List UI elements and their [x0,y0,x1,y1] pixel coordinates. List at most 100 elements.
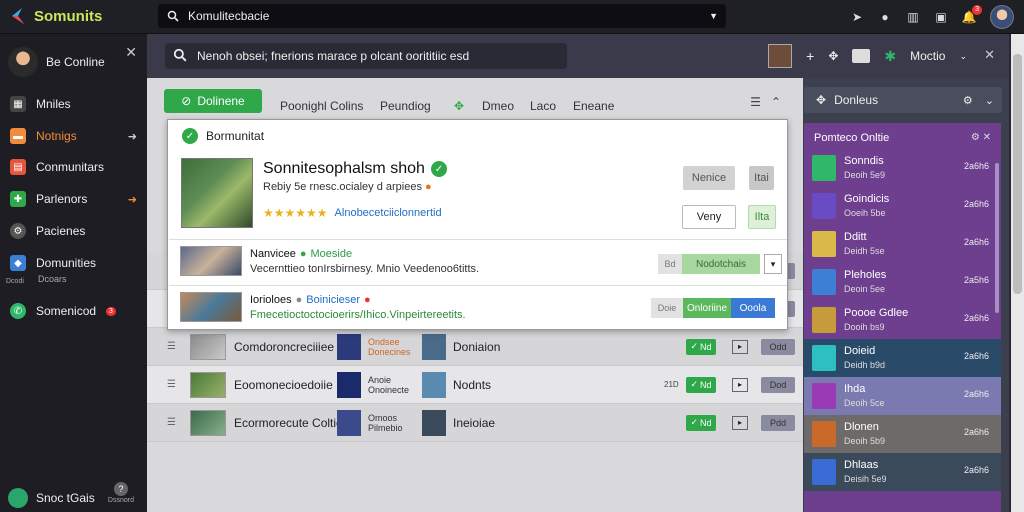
row-small-button[interactable]: Bd [658,254,682,274]
chevron-up-icon[interactable]: ⌃ [771,95,781,109]
sidebar-item-domunities[interactable]: ◆ Domunities [0,250,147,276]
bell-icon[interactable]: 🔔 3 [962,5,982,24]
sidebar-item-parlenors[interactable]: ✚ Parlenors ➜ [0,186,147,212]
tab-dmeo[interactable]: Dmeo [482,99,514,113]
app-logo[interactable]: Somunits [8,6,102,26]
row-play-button[interactable]: ▸ [732,415,748,430]
row-small-button[interactable]: Doie [651,298,683,318]
row-online-button[interactable]: Onloriine [683,298,731,318]
row-title: Ecormorecute Coltie [234,415,343,430]
sidebar-item-somenicod[interactable]: ✆ Somenicod 3 [0,298,147,324]
list-item[interactable]: Dditt Deidh 5se 2a6h6 [804,225,1001,263]
list-controls[interactable]: ⚙ ✕ [971,132,991,143]
row-menu-icon[interactable]: ☰ [167,379,176,390]
cursor-icon[interactable]: ➤ [850,10,864,24]
tab-eneane[interactable]: Eneane [573,99,614,113]
row-ok-button[interactable]: ✓Nd [686,414,716,431]
row-name: Nodnts [453,377,492,392]
close-icon[interactable]: ✕ [984,47,995,63]
sidebar-item-conmunitars[interactable]: ▤ Conmunitars [0,154,147,180]
puzzle-icon[interactable]: ✥ [828,49,838,63]
online-button-label: Dolinene [197,94,245,108]
avatar[interactable] [768,44,793,68]
table-row[interactable]: ☰ Ecormorecute Coltie Omoos Pilmebio Ine… [147,404,803,442]
chat-icon[interactable]: ● [878,10,892,24]
top-bar: Somunits Komulitecbacie ▼ ➤ ● ▥ ▣ 🔔 3 [0,0,1024,34]
chevron-down-icon[interactable]: ▼ [709,11,718,21]
user-avatar[interactable] [990,5,1014,29]
list-item[interactable]: Sonndis Deoih 5e9 2a6h6 [804,149,1001,187]
list-item-name: Dditt [844,231,867,243]
row-menu-icon[interactable]: ☰ [167,341,176,352]
ready-button[interactable]: Veny [682,205,736,229]
tab-peundiog[interactable]: Peundiog [380,99,431,113]
row-menu-icon[interactable]: ☰ [167,417,176,428]
close-icon[interactable]: ✕ [125,44,137,61]
row-thumbnail [190,371,226,398]
list-item[interactable]: Pleholes Deoin 5ee 2a5h6 [804,263,1001,301]
camera-icon[interactable]: ▣ [934,10,948,24]
row-blue-button[interactable]: Ooola [731,298,775,318]
featured-link[interactable]: Alnobecetciiclonnertid [335,207,442,219]
online-button[interactable]: ⊘ Dolinene [164,89,262,113]
row-thumbnail [190,333,226,360]
sidebar-user[interactable]: Be Conline [8,47,105,77]
row-pill[interactable]: Odd [761,338,795,355]
list-item-name: Ihda [844,383,866,395]
right-panel-header[interactable]: ✥ Donleus ⚙ ⌄ [804,87,1002,113]
table-row[interactable]: ☰ Comdoroncreciiiee Ondsee Donecines Don… [147,328,803,366]
list-item[interactable]: Poooe Gdlee Dooih bs9 2a6h6 [804,301,1001,339]
row-pill[interactable]: Pdd [761,414,795,431]
sidebar-item-pacienes[interactable]: ⚙ Pacienes [0,218,147,244]
list-item-title: Nanvicee ● Moeside [250,248,352,260]
page-scrollbar[interactable] [1011,34,1024,512]
row-tag: Anoie Onoinecte [368,375,409,395]
row-ok-button[interactable]: ✓Nd [686,338,716,355]
help-button[interactable]: ? Dssnord [108,482,134,504]
gear-icon: ⚙ [10,223,26,239]
sidebar-item-mniles[interactable]: ▦ Mniles [0,91,147,117]
chevron-down-icon[interactable]: ⌄ [985,94,994,107]
bottom-user-name: Snoc tGais [36,491,95,505]
tab-poonighl-colins[interactable]: Poonighl Colins [280,99,363,113]
sidebar-bottom[interactable]: Snoc tGais ? Dssnord [8,482,140,508]
list-item[interactable]: Goindicis Ooeih 5be 2a6h6 [804,187,1001,225]
scrollbar-thumb[interactable] [1013,54,1022,294]
list-item[interactable]: Dlonen Deoih 5b9 2a6h6 [804,415,1001,453]
list-item[interactable]: Dhlaas Deisih 5e9 2a6h6 [804,453,1001,491]
row-ok-button[interactable]: ✓Nd [686,376,716,393]
chevron-down-icon[interactable]: ⌄ [959,51,967,62]
primary-action-button[interactable]: Nenice [683,166,735,190]
sidebar-item-label: Notnigs [36,129,77,143]
list-item[interactable]: Iorioloes ● Boinicieser ● Fmecetioctocto… [180,292,780,322]
tab-laco[interactable]: Laco [530,99,556,113]
list-item-name: Pleholes [844,269,887,281]
list-item[interactable]: Ihda Deoih 5ce 2a6h6 [804,377,1001,415]
green-action-button[interactable]: Ilta [748,205,776,229]
small-action-button[interactable]: Itai [749,166,774,190]
global-search-input[interactable]: Komulitecbacie ▼ [158,4,726,28]
camera-icon[interactable] [852,49,871,63]
sidebar-item-notnigs[interactable]: ▬ Notnigs ➜ [0,123,147,149]
games-icon[interactable]: ✱ [884,48,896,65]
plus-icon[interactable]: + [806,48,814,64]
main-user-name[interactable]: Moctio [910,49,945,63]
puzzle-icon[interactable]: ✥ [454,99,464,113]
main-search-input[interactable]: Nenoh obsei; fnerions marace p olcant oo… [165,43,567,69]
scrollbar[interactable] [995,163,999,313]
settings-icon[interactable]: ⚙ [963,94,973,107]
row-play-button[interactable]: ▸ [732,339,748,354]
row-expand-button[interactable]: ▾ [764,254,782,274]
list-item[interactable]: Nanvicee ● Moeside Vecernttieo tonIrsbir… [180,246,782,276]
row-pill[interactable]: Dod [761,376,795,393]
row-status-button[interactable]: Nodotchais [682,254,760,274]
featured-image[interactable] [181,158,253,228]
list-item[interactable]: Doieid Deidh b9d 2a6h6 [804,339,1001,377]
list-item-sub: Deoin 5ee [844,284,886,294]
row-play-button[interactable]: ▸ [732,377,748,392]
list-item-sub: Deidh b9d [844,360,886,370]
grid-icon[interactable]: ▥ [906,10,920,24]
star-icon: ★★★★★★ [263,206,328,220]
table-row[interactable]: ☰ Eoomonecioedoiie Anoie Onoinecte Nodnt… [147,366,803,404]
list-icon[interactable]: ☰ [750,95,761,109]
